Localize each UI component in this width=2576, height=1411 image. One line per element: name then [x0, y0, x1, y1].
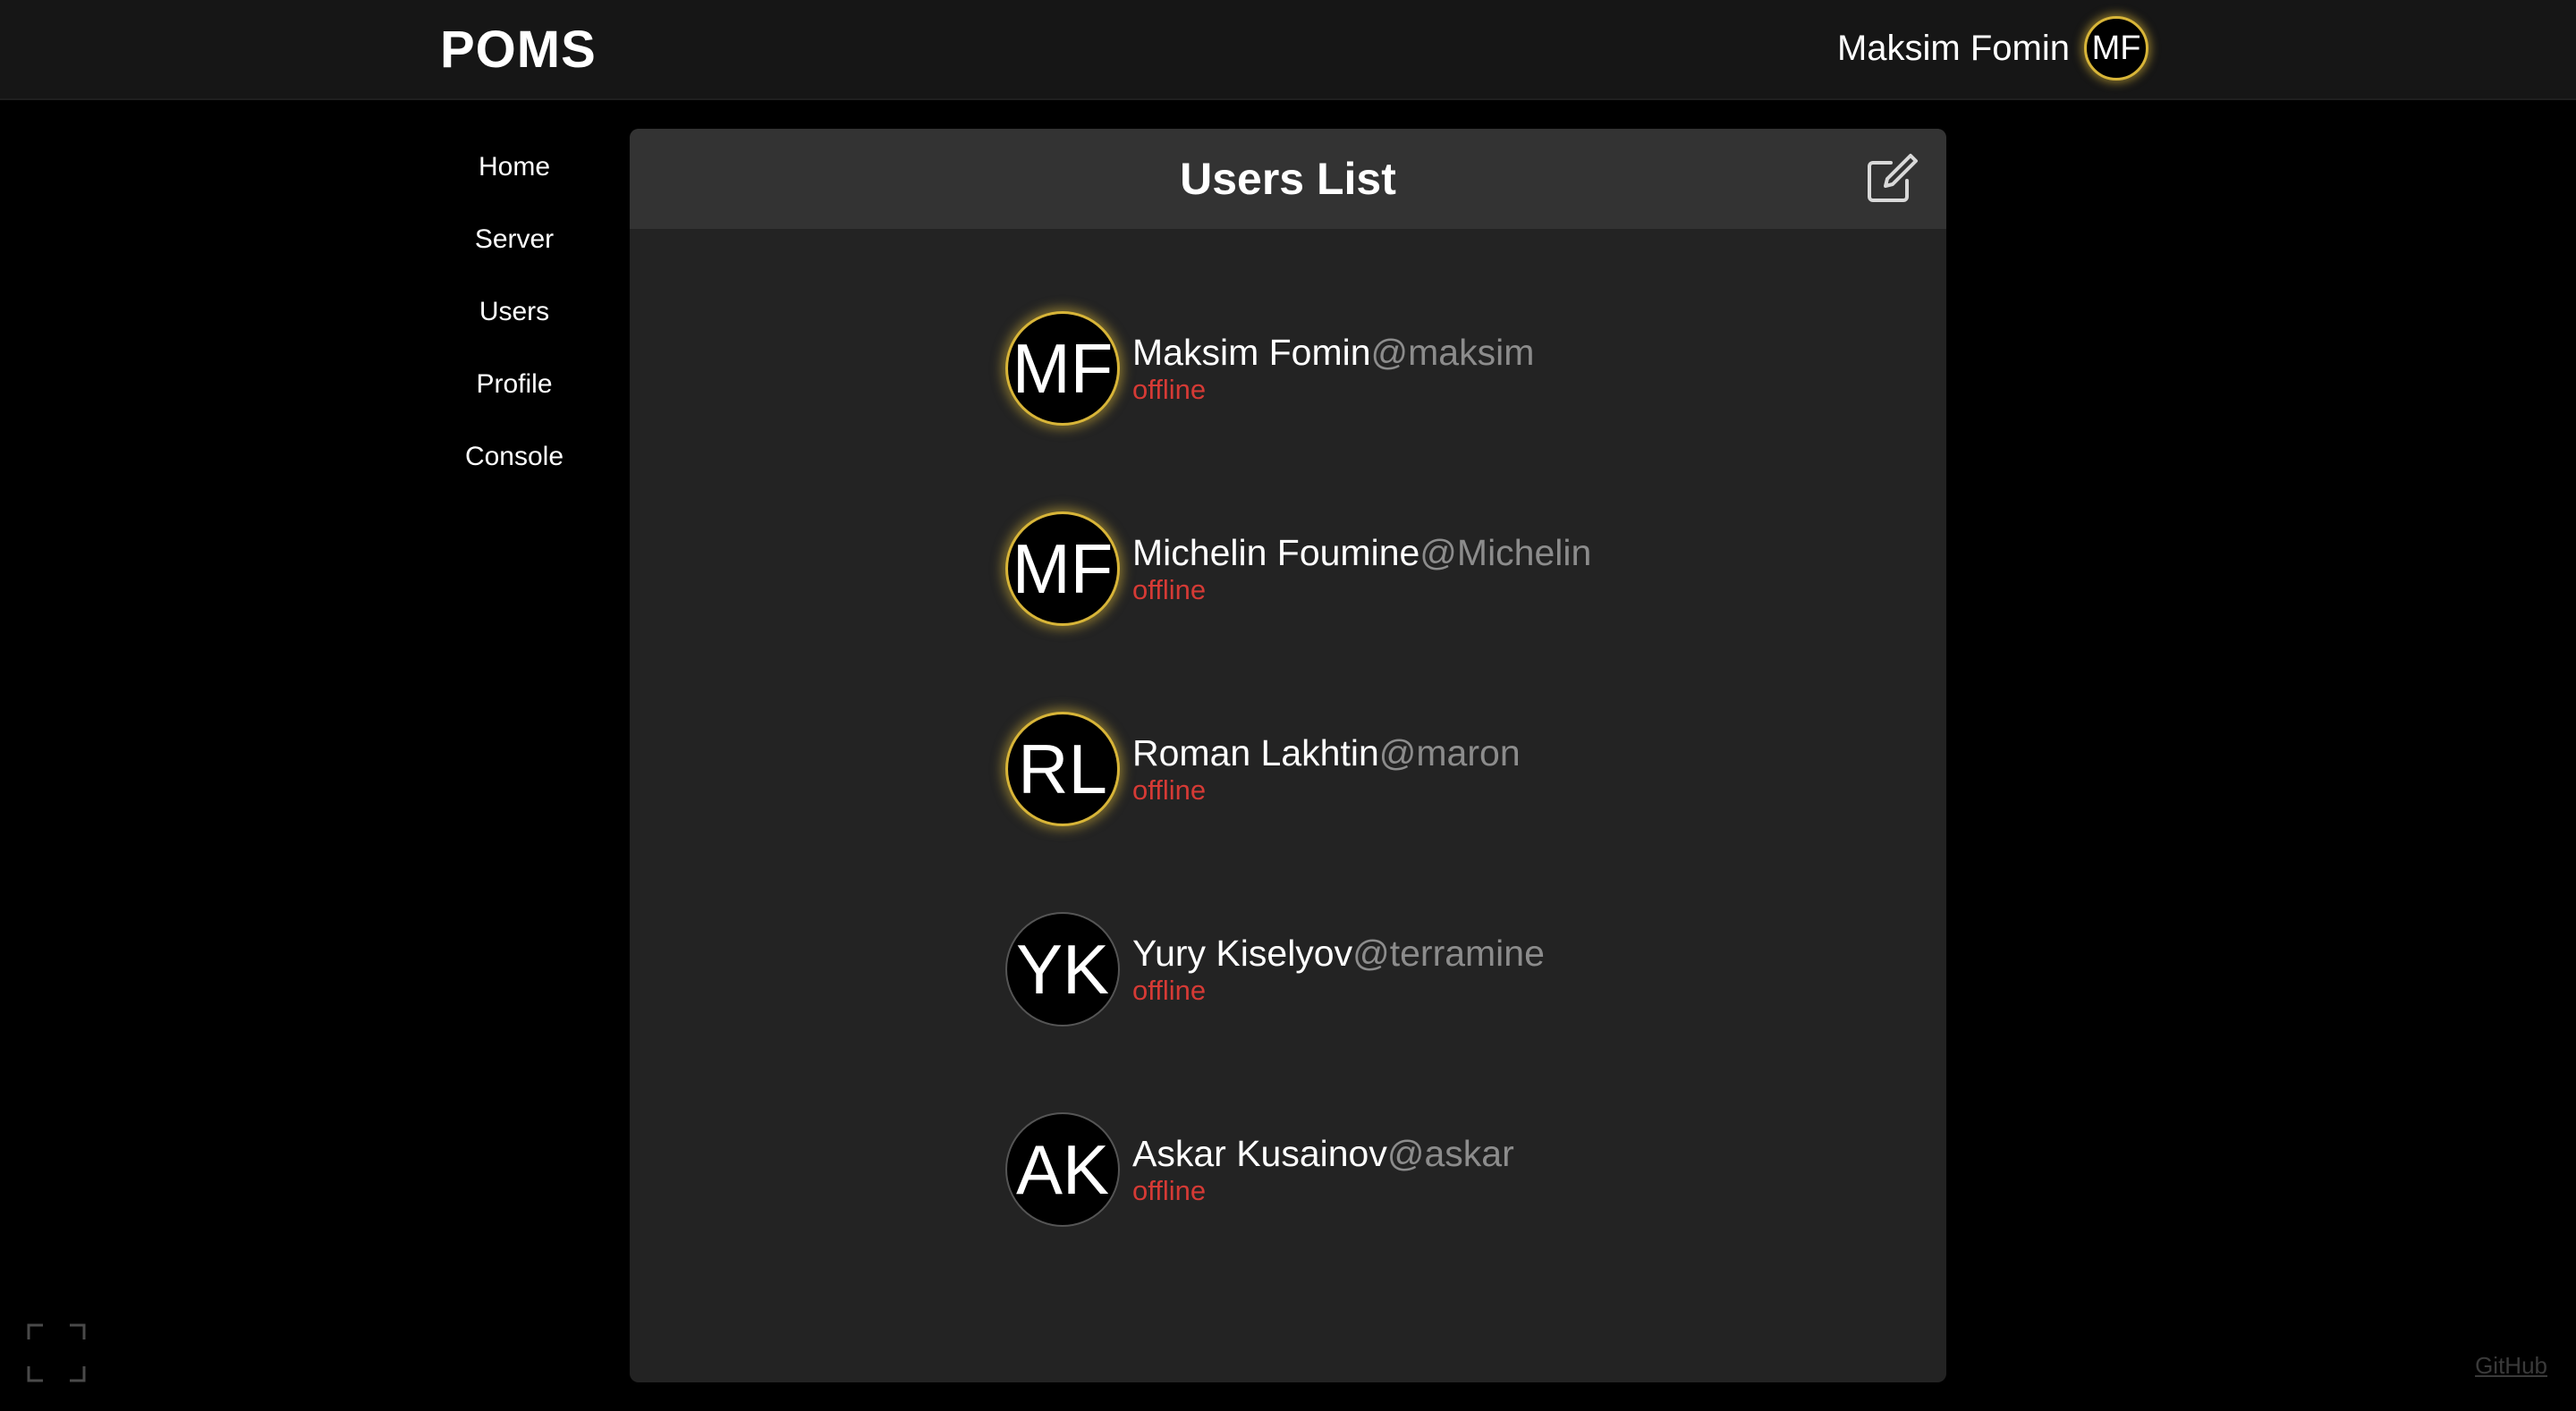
panel-header: Users List	[630, 129, 1946, 229]
avatar: MF	[1005, 311, 1120, 426]
user-name-line: Michelin Foumine@Michelin	[1132, 531, 1591, 574]
user-info: Askar Kusainov@askar offline	[1132, 1132, 1514, 1207]
user-name: Askar Kusainov	[1132, 1133, 1387, 1174]
user-list-item[interactable]: MF Michelin Foumine@Michelin offline	[1005, 469, 1591, 669]
current-user-avatar[interactable]: MF	[2084, 16, 2148, 80]
avatar: AK	[1005, 1112, 1120, 1227]
user-handle: @Michelin	[1419, 532, 1592, 573]
github-link[interactable]: GitHub	[2475, 1352, 2547, 1380]
sidebar-item-console[interactable]: Console	[429, 420, 599, 493]
sidebar-item-home[interactable]: Home	[429, 131, 599, 203]
user-name: Maksim Fomin	[1132, 332, 1371, 373]
user-name: Roman Lakhtin	[1132, 732, 1379, 773]
user-list: MF Maksim Fomin@maksim offline MF Michel…	[1005, 268, 1591, 1270]
user-info: Maksim Fomin@maksim offline	[1132, 331, 1534, 406]
user-handle: @askar	[1386, 1133, 1514, 1174]
user-name-line: Roman Lakhtin@maron	[1132, 731, 1521, 774]
user-name: Yury Kiselyov	[1132, 933, 1353, 974]
user-name: Michelin Foumine	[1132, 532, 1420, 573]
sidebar-item-server[interactable]: Server	[429, 203, 599, 275]
user-handle: @terramine	[1352, 933, 1545, 974]
user-name-line: Yury Kiselyov@terramine	[1132, 932, 1545, 975]
top-bar: POMS Maksim Fomin MF	[0, 0, 2576, 100]
user-list-item[interactable]: RL Roman Lakhtin@maron offline	[1005, 669, 1591, 869]
user-name-line: Askar Kusainov@askar	[1132, 1132, 1514, 1175]
users-panel: Users List MF Maksim Fomin@maksim offlin…	[630, 129, 1946, 1382]
app-logo[interactable]: POMS	[440, 18, 597, 82]
sidebar-item-users[interactable]: Users	[429, 275, 599, 348]
status-text: offline	[1132, 774, 1207, 806]
current-user-name[interactable]: Maksim Fomin	[1837, 14, 2070, 82]
user-list-item[interactable]: AK Askar Kusainov@askar offline	[1005, 1069, 1591, 1270]
user-info: Roman Lakhtin@maron offline	[1132, 731, 1521, 807]
user-handle: @maksim	[1370, 332, 1535, 373]
sidebar-item-profile[interactable]: Profile	[429, 348, 599, 420]
avatar: YK	[1005, 912, 1120, 1027]
user-name-line: Maksim Fomin@maksim	[1132, 331, 1534, 374]
page-title: Users List	[1180, 154, 1396, 204]
sidebar-nav: Home Server Users Profile Console	[429, 131, 599, 493]
fullscreen-icon[interactable]	[27, 1323, 86, 1382]
user-info: Yury Kiselyov@terramine offline	[1132, 932, 1545, 1007]
user-menu[interactable]: Maksim Fomin MF	[1837, 14, 2148, 82]
user-list-item[interactable]: YK Yury Kiselyov@terramine offline	[1005, 869, 1591, 1069]
avatar: MF	[1005, 511, 1120, 626]
status-text: offline	[1132, 1175, 1207, 1206]
user-handle: @maron	[1378, 732, 1521, 773]
status-text: offline	[1132, 574, 1207, 605]
user-info: Michelin Foumine@Michelin offline	[1132, 531, 1591, 606]
edit-icon[interactable]	[1866, 152, 1919, 206]
avatar: RL	[1005, 712, 1120, 826]
status-text: offline	[1132, 975, 1207, 1006]
status-text: offline	[1132, 374, 1207, 405]
user-list-item[interactable]: MF Maksim Fomin@maksim offline	[1005, 268, 1591, 469]
